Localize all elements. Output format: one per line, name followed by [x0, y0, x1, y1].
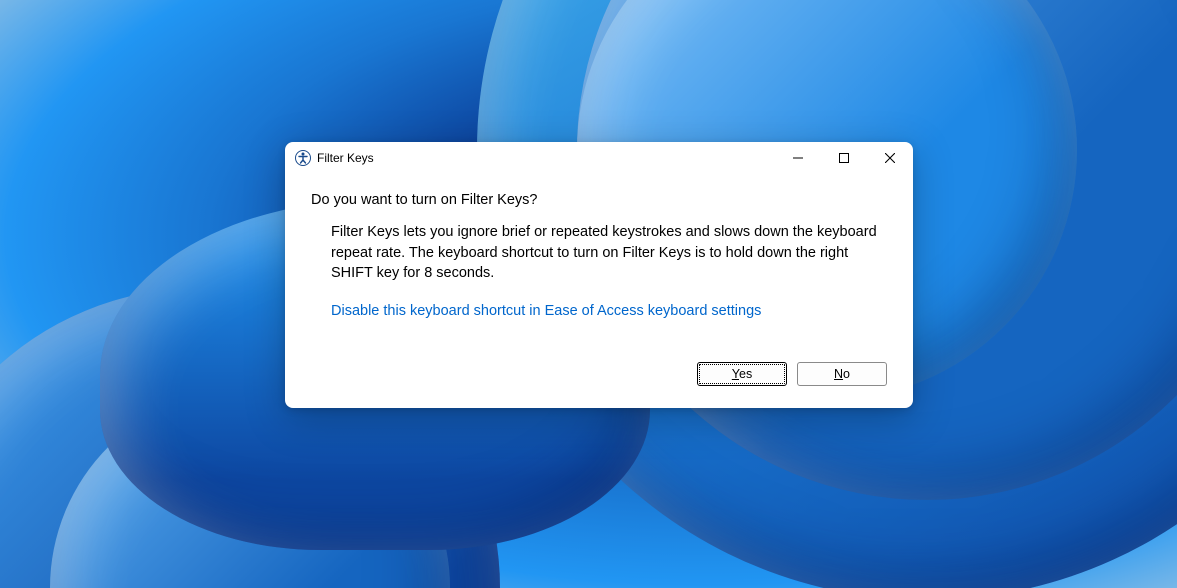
maximize-button[interactable]: [821, 142, 867, 174]
no-button[interactable]: No: [797, 362, 887, 386]
yes-button[interactable]: Yes: [697, 362, 787, 386]
close-button[interactable]: [867, 142, 913, 174]
minimize-button[interactable]: [775, 142, 821, 174]
accessibility-icon: [295, 150, 311, 166]
disable-shortcut-link[interactable]: Disable this keyboard shortcut in Ease o…: [311, 303, 761, 319]
mnemonic: N: [834, 367, 843, 381]
button-label-rest: es: [739, 367, 752, 381]
button-label-rest: o: [843, 367, 850, 381]
dialog-question: Do you want to turn on Filter Keys?: [311, 192, 887, 208]
dialog-body: Do you want to turn on Filter Keys? Filt…: [285, 174, 913, 340]
dialog-description: Filter Keys lets you ignore brief or rep…: [311, 222, 887, 284]
window-title: Filter Keys: [317, 151, 374, 165]
caption-buttons: [775, 142, 913, 174]
button-row: Yes No: [285, 362, 913, 408]
mnemonic: Y: [732, 367, 739, 381]
titlebar[interactable]: Filter Keys: [285, 142, 913, 174]
filter-keys-dialog: Filter Keys Do you want to turn on Filte…: [285, 142, 913, 408]
